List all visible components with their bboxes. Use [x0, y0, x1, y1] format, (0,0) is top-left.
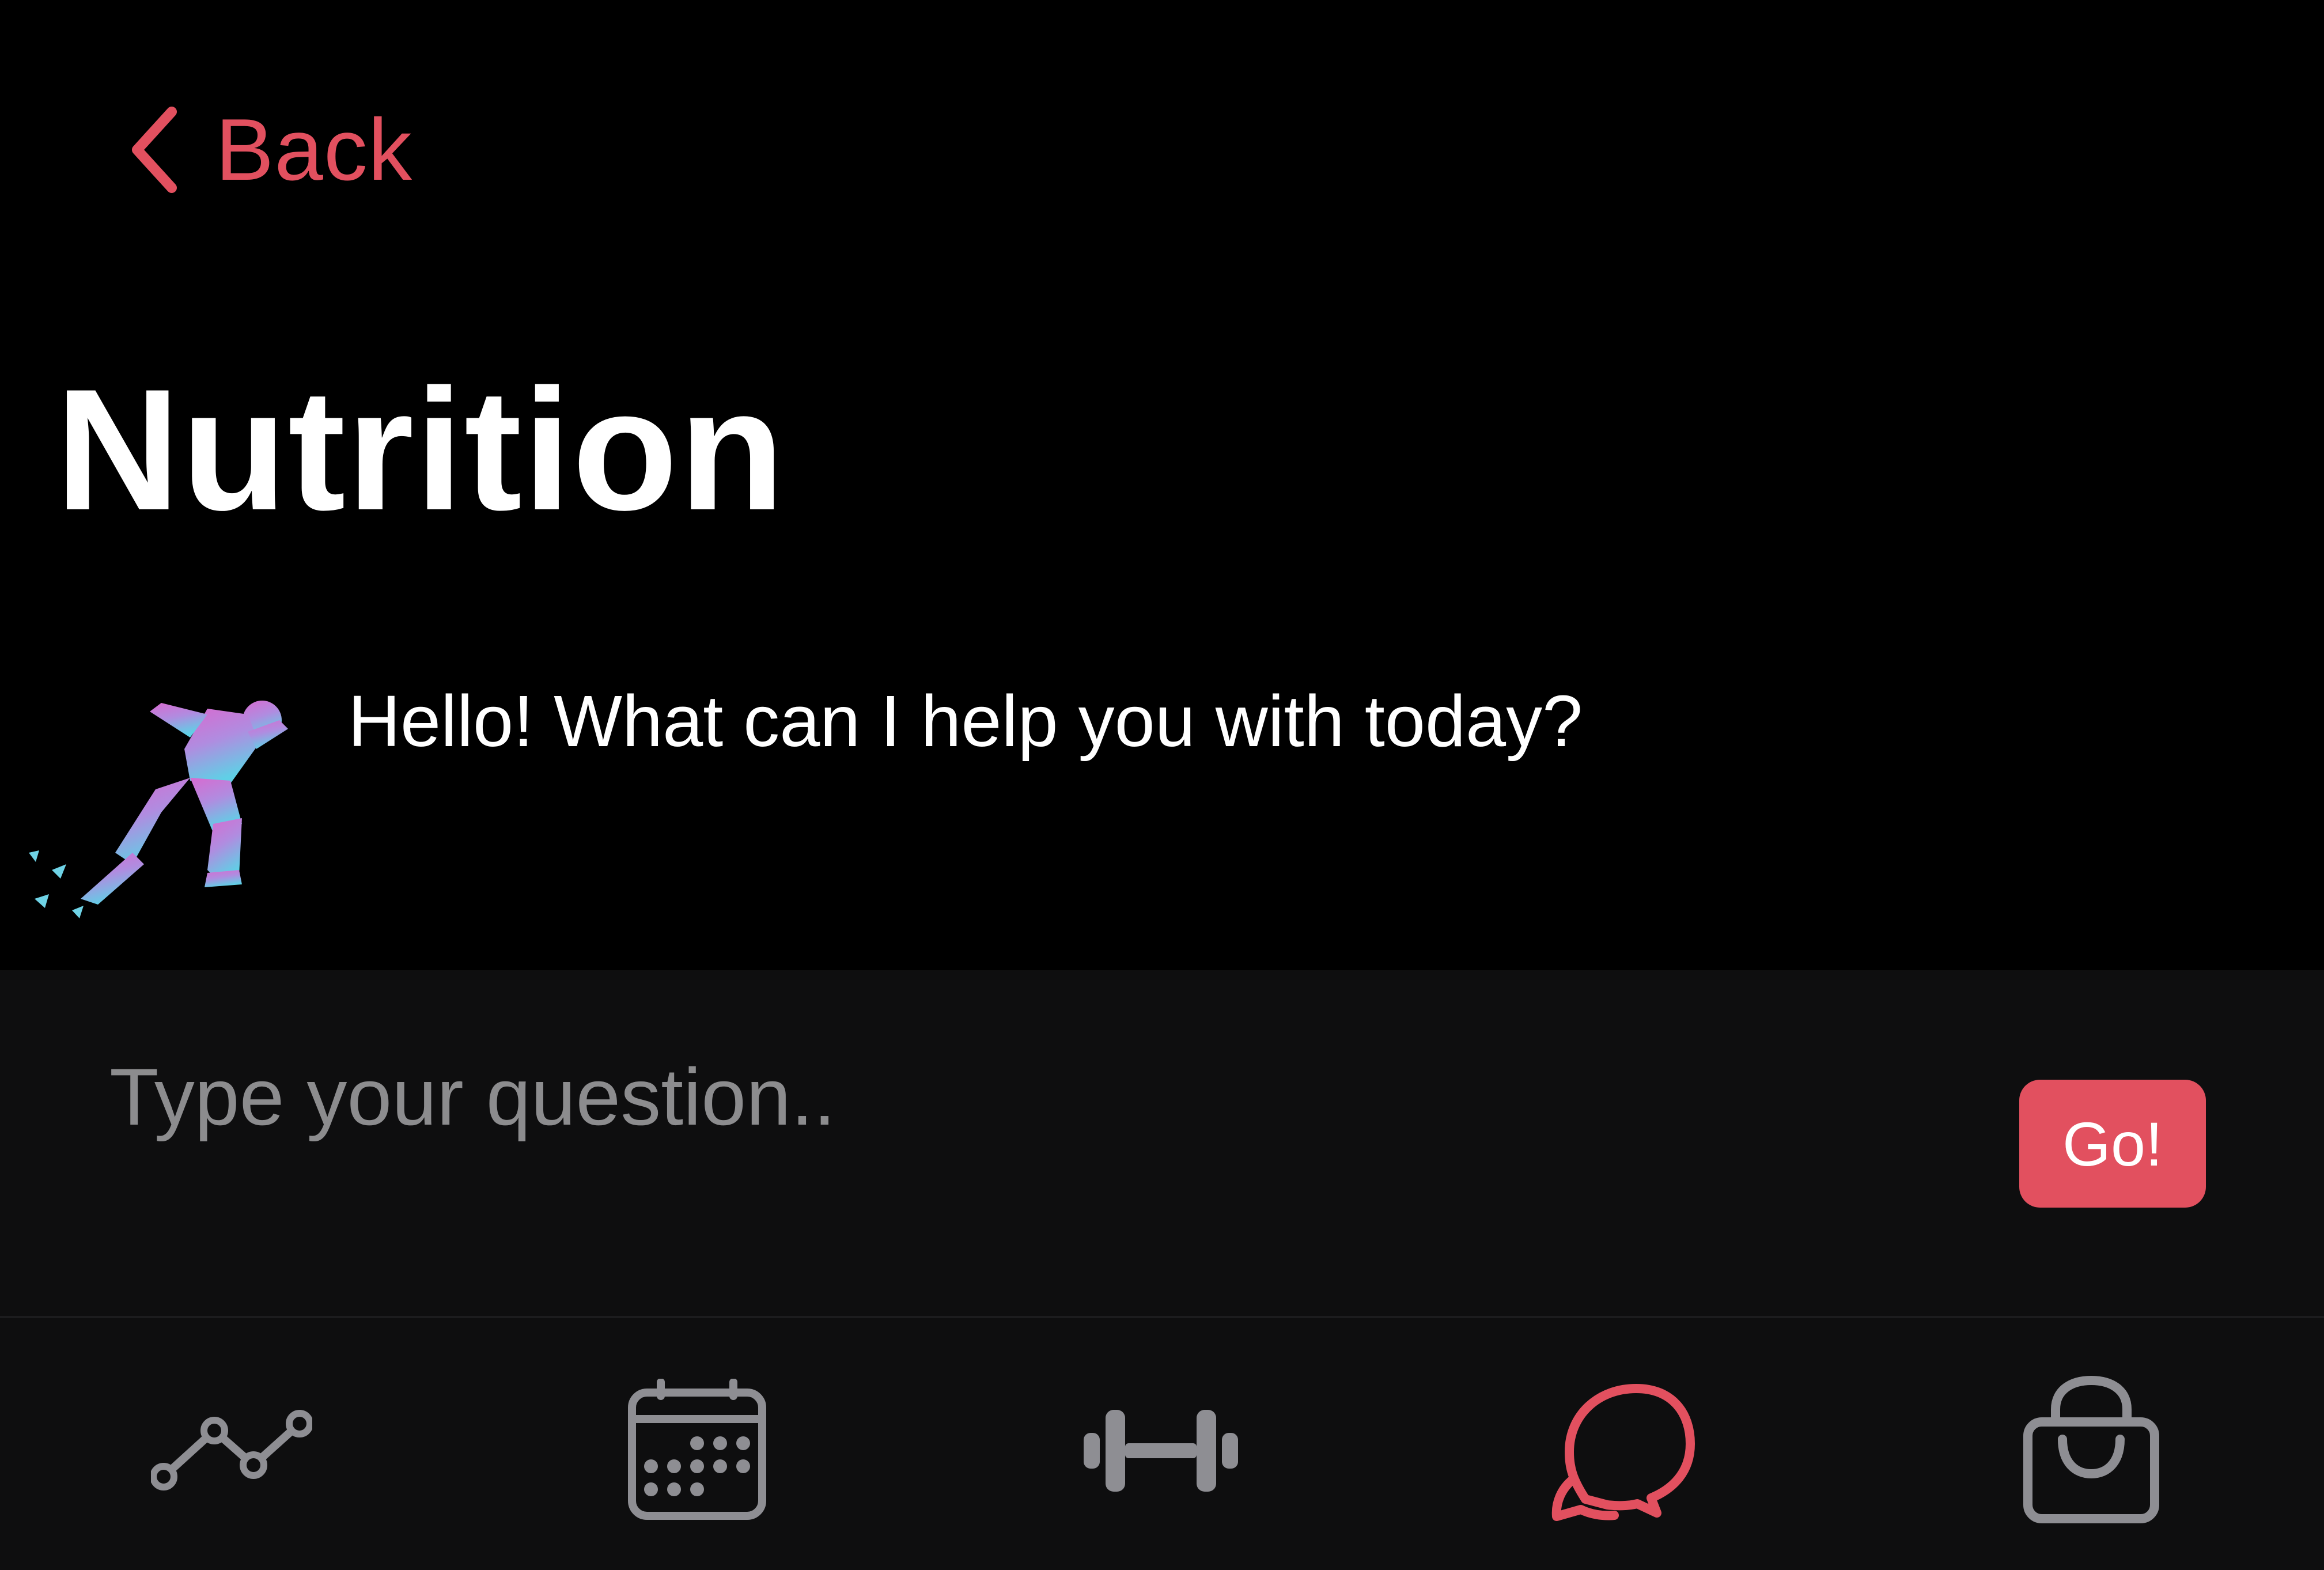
tab-calendar[interactable]: [611, 1376, 784, 1526]
page-title: Nutrition: [55, 353, 786, 546]
sprinter-avatar-icon: [17, 680, 294, 933]
tab-shop[interactable]: [2005, 1376, 2178, 1526]
chat-bubbles-icon: [1550, 1376, 1700, 1526]
back-button[interactable]: Back: [127, 92, 412, 207]
tab-progress[interactable]: [145, 1376, 318, 1526]
go-button[interactable]: Go!: [2019, 1080, 2206, 1208]
line-chart-icon: [151, 1408, 312, 1494]
tab-workouts[interactable]: [1074, 1376, 1247, 1526]
dumbbell-icon: [1080, 1402, 1242, 1500]
tab-bar: [0, 1316, 2324, 1570]
tab-chat[interactable]: [1538, 1376, 1711, 1526]
assistant-greeting: Hello! What can I help you with today?: [348, 680, 1583, 762]
question-composer: Go!: [0, 970, 2324, 1316]
back-label: Back: [215, 101, 412, 199]
assistant-message-row: Hello! What can I help you with today?: [17, 680, 2324, 933]
calendar-icon: [625, 1379, 769, 1523]
question-input[interactable]: [109, 1039, 1953, 1155]
shopping-bag-icon: [2022, 1376, 2160, 1526]
chevron-left-icon: [127, 104, 184, 196]
